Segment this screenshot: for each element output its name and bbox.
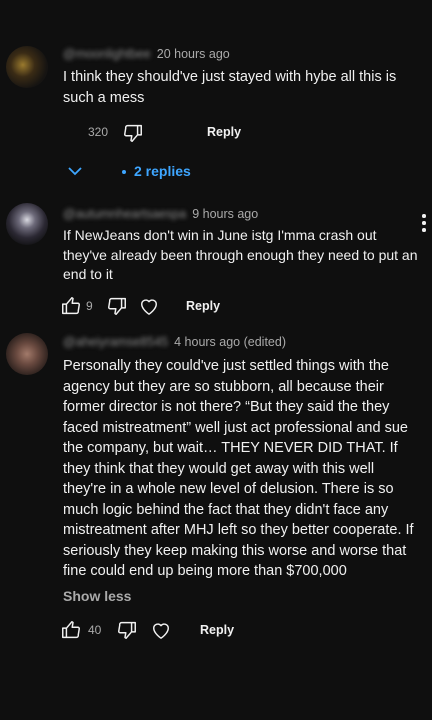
- heart-icon[interactable]: [150, 620, 172, 640]
- like-count: 40: [88, 623, 102, 637]
- thumbs-up-icon[interactable]: [60, 619, 82, 641]
- show-less-button[interactable]: Show less: [63, 588, 131, 604]
- comment-meta: @aheiyramse8545 4 hours ago (edited): [63, 335, 286, 349]
- comment-text: Personally they could've just settled th…: [63, 358, 414, 579]
- comment-3: @aheiyramse8545 4 hours ago (edited) Pers…: [0, 0, 432, 720]
- author-handle[interactable]: @aheiyramse8545: [63, 335, 168, 349]
- timestamp[interactable]: 4 hours ago (edited): [174, 335, 286, 349]
- avatar[interactable]: [6, 333, 48, 375]
- reply-button[interactable]: Reply: [200, 623, 234, 637]
- thumbs-down-icon[interactable]: [116, 619, 138, 641]
